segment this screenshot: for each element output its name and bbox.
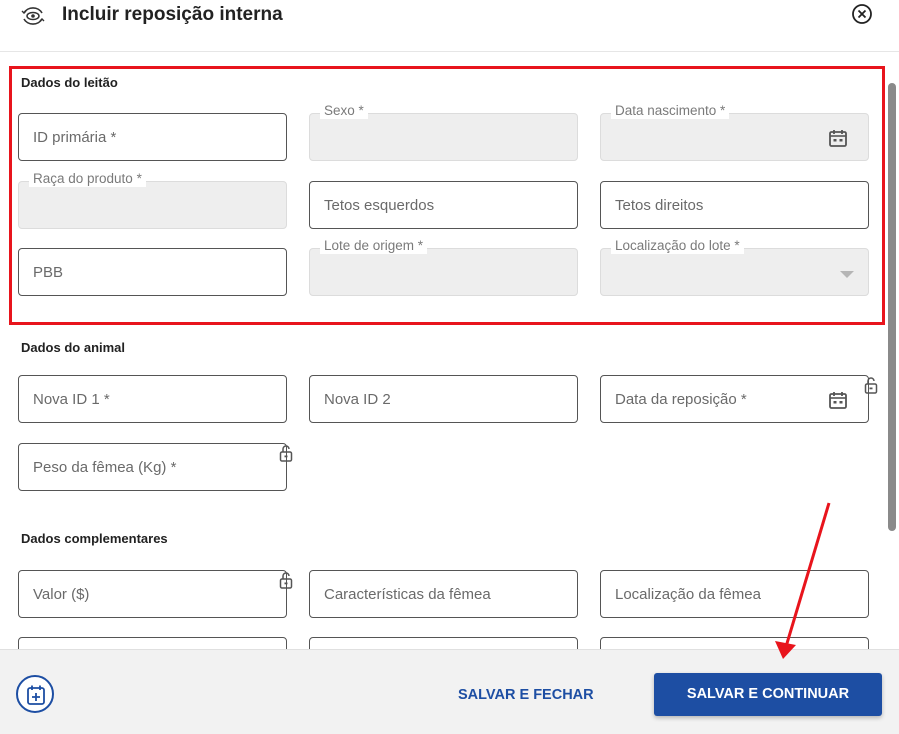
chevron-down-icon (840, 271, 854, 278)
lote-origem-label: Lote de origem * (320, 238, 428, 254)
save-close-button[interactable]: SALVAR E FECHAR (458, 687, 594, 703)
data-reposicao-placeholder: Data da reposição * (615, 391, 747, 408)
section-title-complementares: Dados complementares (21, 531, 168, 546)
tetos-direitos-placeholder: Tetos direitos (615, 197, 704, 214)
id-primaria-placeholder: ID primária * (33, 129, 117, 146)
pbb-placeholder: PBB (33, 264, 64, 281)
localizacao-lote-select: Localização do lote * (600, 238, 869, 296)
lote-origem-field: Lote de origem * (309, 238, 578, 296)
tetos-esquerdos-placeholder: Tetos esquerdos (324, 197, 435, 214)
close-icon[interactable] (851, 3, 873, 25)
valor-placeholder: Valor ($) (33, 586, 90, 603)
nova-id-2-field[interactable]: Nova ID 2 (309, 375, 578, 423)
pbb-field[interactable]: PBB (18, 248, 287, 296)
caracteristicas-femea-field[interactable]: Características da fêmea (309, 570, 578, 618)
localizacao-femea-field[interactable]: Localização da fêmea (600, 570, 869, 618)
localizacao-femea-placeholder: Localização da fêmea (615, 586, 761, 603)
section-title-leitao: Dados do leitão (21, 75, 118, 90)
raca-produto-field: Raça do produto * (18, 171, 287, 229)
partial-field-1[interactable] (18, 637, 287, 649)
lock-open-icon[interactable] (279, 571, 293, 589)
partial-field-2[interactable] (309, 637, 578, 649)
data-nascimento-field: Data nascimento * (600, 103, 869, 161)
peso-femea-field[interactable]: Peso da fêmea (Kg) * (18, 443, 287, 491)
tetos-esquerdos-field[interactable]: Tetos esquerdos (309, 181, 578, 229)
nova-id-1-field[interactable]: Nova ID 1 * (18, 375, 287, 423)
calendar-icon[interactable] (828, 390, 848, 410)
scrollbar-thumb[interactable] (888, 83, 896, 531)
nova-id-2-placeholder: Nova ID 2 (324, 391, 391, 408)
dialog-header: Incluir reposição interna (0, 0, 899, 52)
lock-open-icon[interactable] (279, 444, 293, 462)
raca-produto-label: Raça do produto * (29, 171, 146, 187)
valor-field[interactable]: Valor ($) (18, 570, 287, 618)
peso-femea-placeholder: Peso da fêmea (Kg) * (33, 459, 177, 476)
localizacao-lote-label: Localização do lote * (611, 238, 744, 254)
id-primaria-field[interactable]: ID primária * (18, 113, 287, 161)
dialog-content[interactable]: Dados do leitão ID primária * Sexo * Dat… (0, 53, 899, 649)
caracteristicas-femea-placeholder: Características da fêmea (324, 586, 491, 603)
calendar-plus-icon (27, 685, 45, 705)
sexo-field: Sexo * (309, 103, 578, 161)
calendar-icon (828, 128, 848, 148)
tetos-direitos-field[interactable]: Tetos direitos (600, 181, 869, 229)
nova-id-1-placeholder: Nova ID 1 * (33, 391, 110, 408)
eye-refresh-icon (20, 4, 46, 28)
section-title-animal: Dados do animal (21, 340, 126, 355)
lock-open-icon[interactable] (864, 376, 878, 394)
add-calendar-button[interactable] (16, 675, 54, 713)
partial-field-3[interactable] (600, 637, 869, 649)
save-continue-button[interactable]: SALVAR E CONTINUAR (654, 673, 882, 716)
data-reposicao-field[interactable]: Data da reposição * (600, 375, 869, 423)
data-nascimento-label: Data nascimento * (611, 103, 730, 119)
dialog-title: Incluir reposição interna (62, 4, 283, 25)
sexo-label: Sexo * (320, 103, 368, 119)
dialog-footer: SALVAR E FECHAR SALVAR E CONTINUAR (0, 649, 899, 734)
